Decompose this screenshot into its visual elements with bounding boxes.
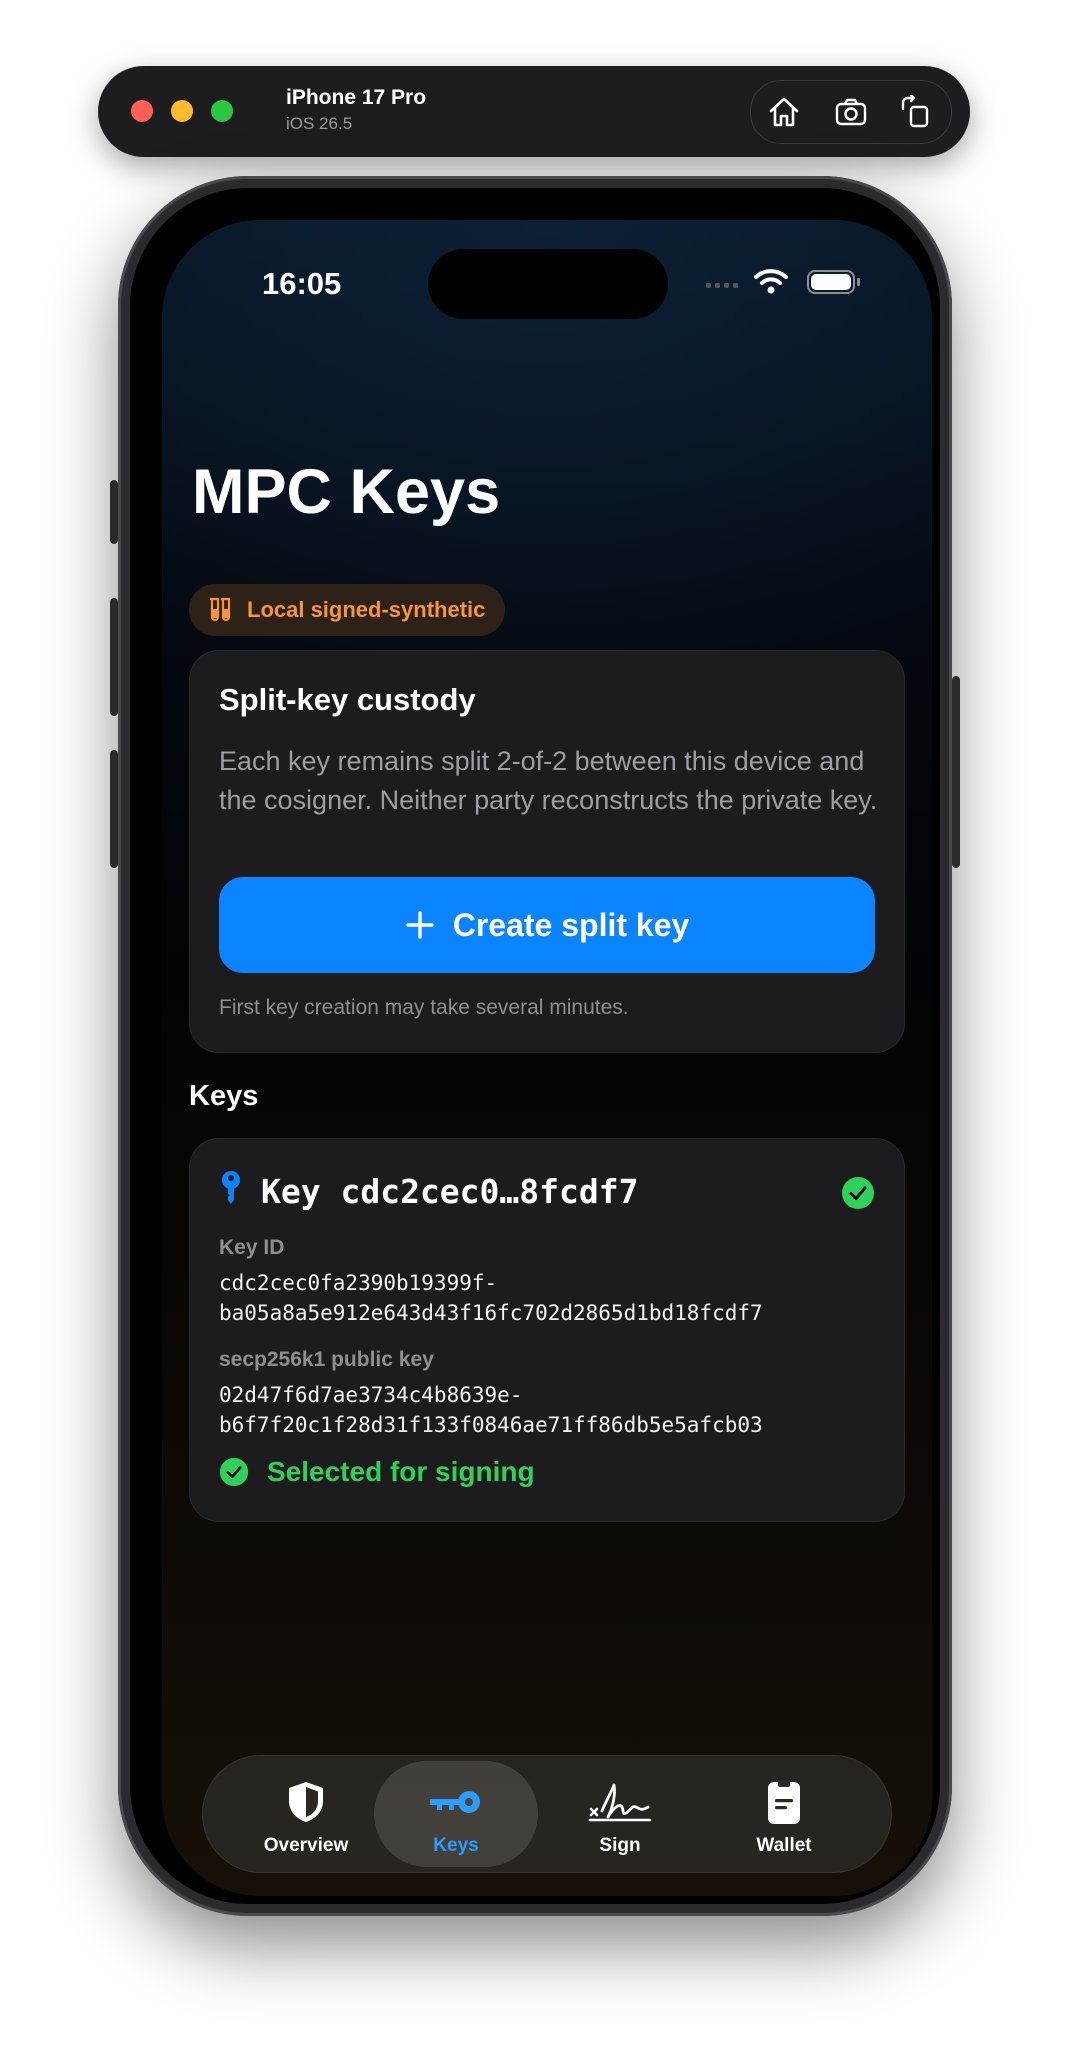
signature-icon <box>588 1783 652 1822</box>
wifi-icon <box>754 269 788 294</box>
key-name: Key cdc2cec0…8fcdf7 <box>261 1172 639 1211</box>
battery-icon <box>807 270 860 294</box>
key-icon <box>222 1171 240 1204</box>
shield-icon <box>289 1782 323 1822</box>
power-button <box>952 676 960 868</box>
signal-icon <box>706 283 738 288</box>
selected-status-label: Selected for signing <box>267 1456 535 1487</box>
simulator-tools <box>750 80 952 144</box>
tab-bar: Overview Keys Sign Wallet <box>202 1755 892 1873</box>
plus-icon <box>406 911 434 939</box>
volume-down-button <box>110 750 118 868</box>
simulator-toolbar: iPhone 17 Pro iOS 26.5 <box>98 66 970 157</box>
test-tubes-icon <box>210 597 231 622</box>
screen: 16:05 MPC Keys Local signed-synthetic Sp… <box>162 220 932 1896</box>
key-icon <box>430 1791 480 1813</box>
tab-sign[interactable]: Sign <box>538 1761 702 1867</box>
selected-status: Selected for signing <box>219 1456 535 1488</box>
wallet-icon <box>768 1780 800 1824</box>
zoom-window-button[interactable] <box>211 100 233 122</box>
tab-wallet[interactable]: Wallet <box>702 1761 866 1867</box>
tab-keys-label: Keys <box>433 1835 479 1856</box>
status-time: 16:05 <box>262 266 342 301</box>
create-split-key-label: Create split key <box>452 906 690 943</box>
key-id-label: Key ID <box>219 1236 285 1259</box>
screenshot-icon[interactable] <box>834 95 868 129</box>
custody-card: Split-key custody Each key remains split… <box>189 650 905 1053</box>
home-icon[interactable] <box>767 95 801 129</box>
key-card[interactable]: Key cdc2cec0…8fcdf7 Key ID cdc2cec0fa239… <box>189 1138 905 1522</box>
keys-section-title: Keys <box>189 1080 259 1112</box>
dynamic-island <box>428 249 668 319</box>
custody-footnote: First key creation may take several minu… <box>219 996 629 1019</box>
rotate-icon[interactable] <box>899 95 933 129</box>
volume-up-button <box>110 598 118 716</box>
mode-badge-label: Local signed-synthetic <box>247 597 486 622</box>
pubkey-value: 02d47f6d7ae3734c4b8639e- b6f7f20c1f28d31… <box>219 1383 763 1437</box>
status-icons <box>706 269 860 294</box>
custody-title: Split-key custody <box>219 682 476 717</box>
tab-wallet-label: Wallet <box>756 1835 812 1856</box>
close-window-button[interactable] <box>131 100 153 122</box>
minimize-window-button[interactable] <box>171 100 193 122</box>
page-title: MPC Keys <box>192 457 501 527</box>
create-split-key-button[interactable]: Create split key <box>219 877 875 973</box>
tab-overview[interactable]: Overview <box>224 1761 388 1867</box>
custody-description: Each key remains split 2-of-2 between th… <box>219 746 878 815</box>
checkmark-circle-icon <box>219 1457 249 1487</box>
tab-sign-label: Sign <box>599 1835 641 1856</box>
tab-overview-label: Overview <box>263 1835 349 1856</box>
pubkey-label: secp256k1 public key <box>219 1348 434 1371</box>
key-id-value: cdc2cec0fa2390b19399f- ba05a8a5e912e643d… <box>219 1271 763 1325</box>
verified-check-icon <box>842 1177 874 1209</box>
bezel: 16:05 MPC Keys Local signed-synthetic Sp… <box>130 188 940 1904</box>
action-button <box>110 480 118 544</box>
device-name: iPhone 17 Pro <box>286 86 427 109</box>
os-version: iOS 26.5 <box>286 114 353 133</box>
mode-badge: Local signed-synthetic <box>189 584 506 636</box>
tab-keys[interactable]: Keys <box>374 1761 538 1867</box>
device-frame: 16:05 MPC Keys Local signed-synthetic Sp… <box>110 176 960 1916</box>
